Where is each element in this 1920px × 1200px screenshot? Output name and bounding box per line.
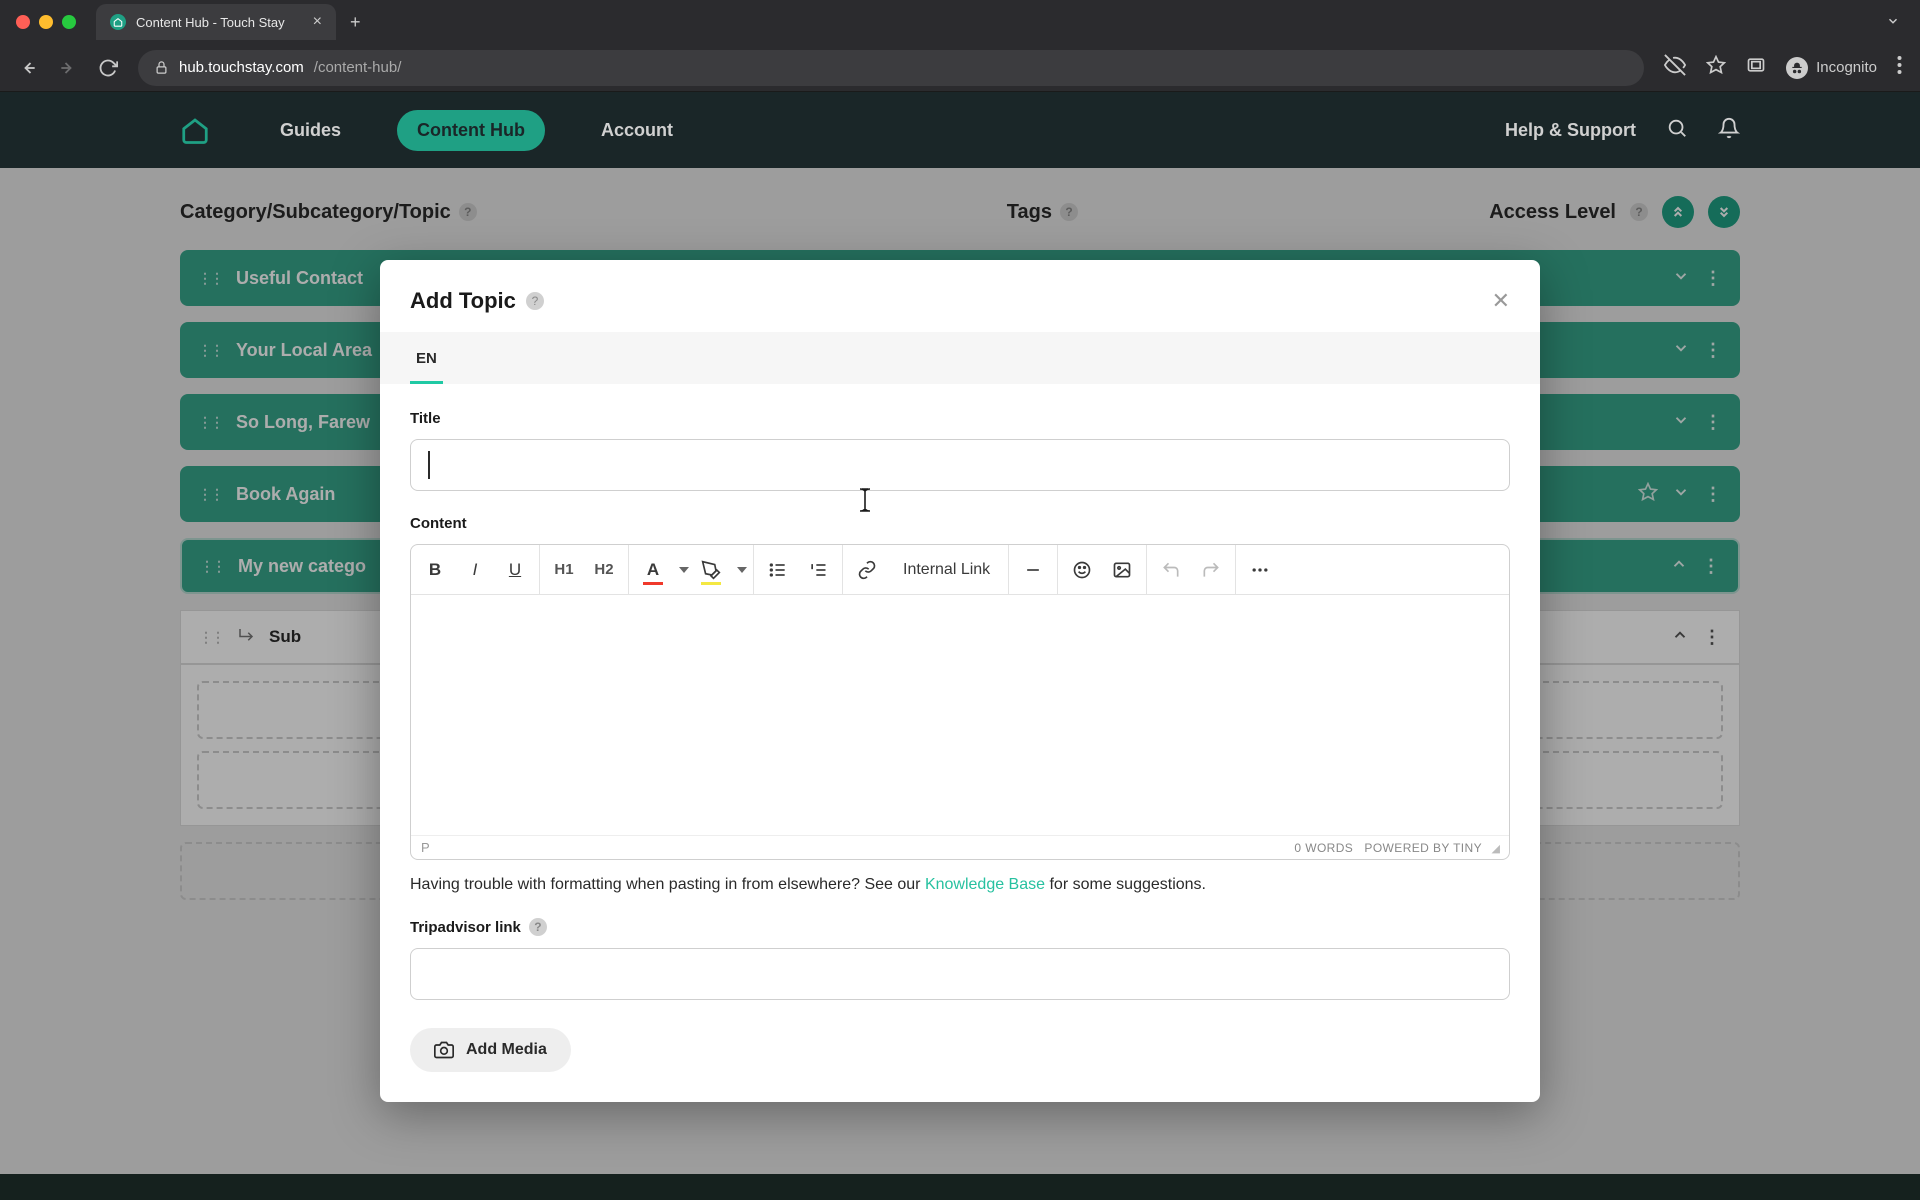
bold-button[interactable]: B <box>415 549 455 591</box>
image-button[interactable] <box>1102 549 1142 591</box>
add-topic-modal: Add Topic ? ✕ EN Title Content B I U H1 … <box>380 260 1540 1102</box>
address-bar[interactable]: hub.touchstay.com/content-hub/ <box>138 50 1644 86</box>
rich-text-editor: B I U H1 H2 A <box>410 544 1510 860</box>
nav-account[interactable]: Account <box>581 110 693 151</box>
help-icon[interactable]: ? <box>526 292 544 310</box>
add-media-label: Add Media <box>466 1041 547 1059</box>
tab-title: Content Hub - Touch Stay <box>136 15 303 30</box>
more-button[interactable] <box>1240 549 1280 591</box>
incognito-badge[interactable]: Incognito <box>1786 57 1877 79</box>
numbered-list-button[interactable] <box>798 549 838 591</box>
resize-handle-icon[interactable]: ◢ <box>1492 843 1499 855</box>
app-logo[interactable] <box>180 115 210 145</box>
lock-icon <box>154 60 169 75</box>
incognito-eye-icon[interactable] <box>1664 54 1686 81</box>
editor-toolbar: B I U H1 H2 A <box>411 545 1509 595</box>
link-button[interactable] <box>847 549 887 591</box>
close-icon[interactable]: ✕ <box>1492 288 1510 314</box>
incognito-label: Incognito <box>1816 59 1877 76</box>
tripadvisor-input[interactable] <box>410 948 1510 1000</box>
window-close-dot[interactable] <box>16 15 30 29</box>
powered-by: POWERED BY TINY <box>1364 841 1481 855</box>
extensions-icon[interactable] <box>1746 55 1766 80</box>
nav-content-hub[interactable]: Content Hub <box>397 110 545 151</box>
redo-button[interactable] <box>1191 549 1231 591</box>
tab-overflow-icon[interactable] <box>1886 14 1908 31</box>
bullet-list-button[interactable] <box>758 549 798 591</box>
incognito-hat-icon <box>1786 57 1808 79</box>
text-caret <box>428 451 430 479</box>
help-support-link[interactable]: Help & Support <box>1505 120 1636 141</box>
title-field-label: Title <box>410 410 1510 427</box>
content-field-label: Content <box>410 515 1510 532</box>
lang-tab-en[interactable]: EN <box>410 332 443 384</box>
editor-textarea[interactable] <box>411 595 1509 835</box>
editor-path: P <box>421 840 430 855</box>
chrome-menu-icon[interactable] <box>1897 55 1902 80</box>
undo-button[interactable] <box>1151 549 1191 591</box>
formatting-help-text: Having trouble with formatting when past… <box>410 876 1510 894</box>
tripadvisor-label: Tripadvisor link <box>410 919 521 936</box>
tab-close-icon[interactable]: × <box>313 13 322 31</box>
title-input[interactable] <box>410 439 1510 491</box>
tab-favicon <box>110 14 126 30</box>
modal-title: Add Topic <box>410 288 516 314</box>
search-icon[interactable] <box>1666 117 1688 144</box>
h1-button[interactable]: H1 <box>544 549 584 591</box>
new-tab-button[interactable]: + <box>350 12 361 33</box>
bookmark-star-icon[interactable] <box>1706 55 1726 80</box>
internal-link-button[interactable]: Internal Link <box>889 549 1004 591</box>
horizontal-rule-button[interactable] <box>1013 549 1053 591</box>
highlight-dropdown[interactable] <box>731 549 749 591</box>
add-media-button[interactable]: Add Media <box>410 1028 571 1072</box>
nav-forward-button[interactable] <box>58 58 78 78</box>
italic-button[interactable]: I <box>455 549 495 591</box>
browser-tab[interactable]: Content Hub - Touch Stay × <box>96 4 336 40</box>
window-traffic-lights[interactable] <box>16 15 76 29</box>
nav-back-button[interactable] <box>18 58 38 78</box>
text-color-dropdown[interactable] <box>673 549 691 591</box>
nav-guides[interactable]: Guides <box>260 110 361 151</box>
text-color-button[interactable]: A <box>633 549 673 591</box>
underline-button[interactable]: U <box>495 549 535 591</box>
knowledge-base-link[interactable]: Knowledge Base <box>925 876 1045 893</box>
word-count: 0 WORDS <box>1294 841 1353 855</box>
highlight-button[interactable] <box>691 549 731 591</box>
bottom-strip <box>0 1174 1920 1200</box>
camera-icon <box>434 1040 454 1060</box>
url-host: hub.touchstay.com <box>179 59 304 76</box>
url-path: /content-hub/ <box>314 59 402 76</box>
nav-reload-button[interactable] <box>98 58 118 78</box>
window-minimize-dot[interactable] <box>39 15 53 29</box>
emoji-button[interactable] <box>1062 549 1102 591</box>
help-icon[interactable]: ? <box>529 918 547 936</box>
window-maximize-dot[interactable] <box>62 15 76 29</box>
notifications-icon[interactable] <box>1718 117 1740 144</box>
h2-button[interactable]: H2 <box>584 549 624 591</box>
